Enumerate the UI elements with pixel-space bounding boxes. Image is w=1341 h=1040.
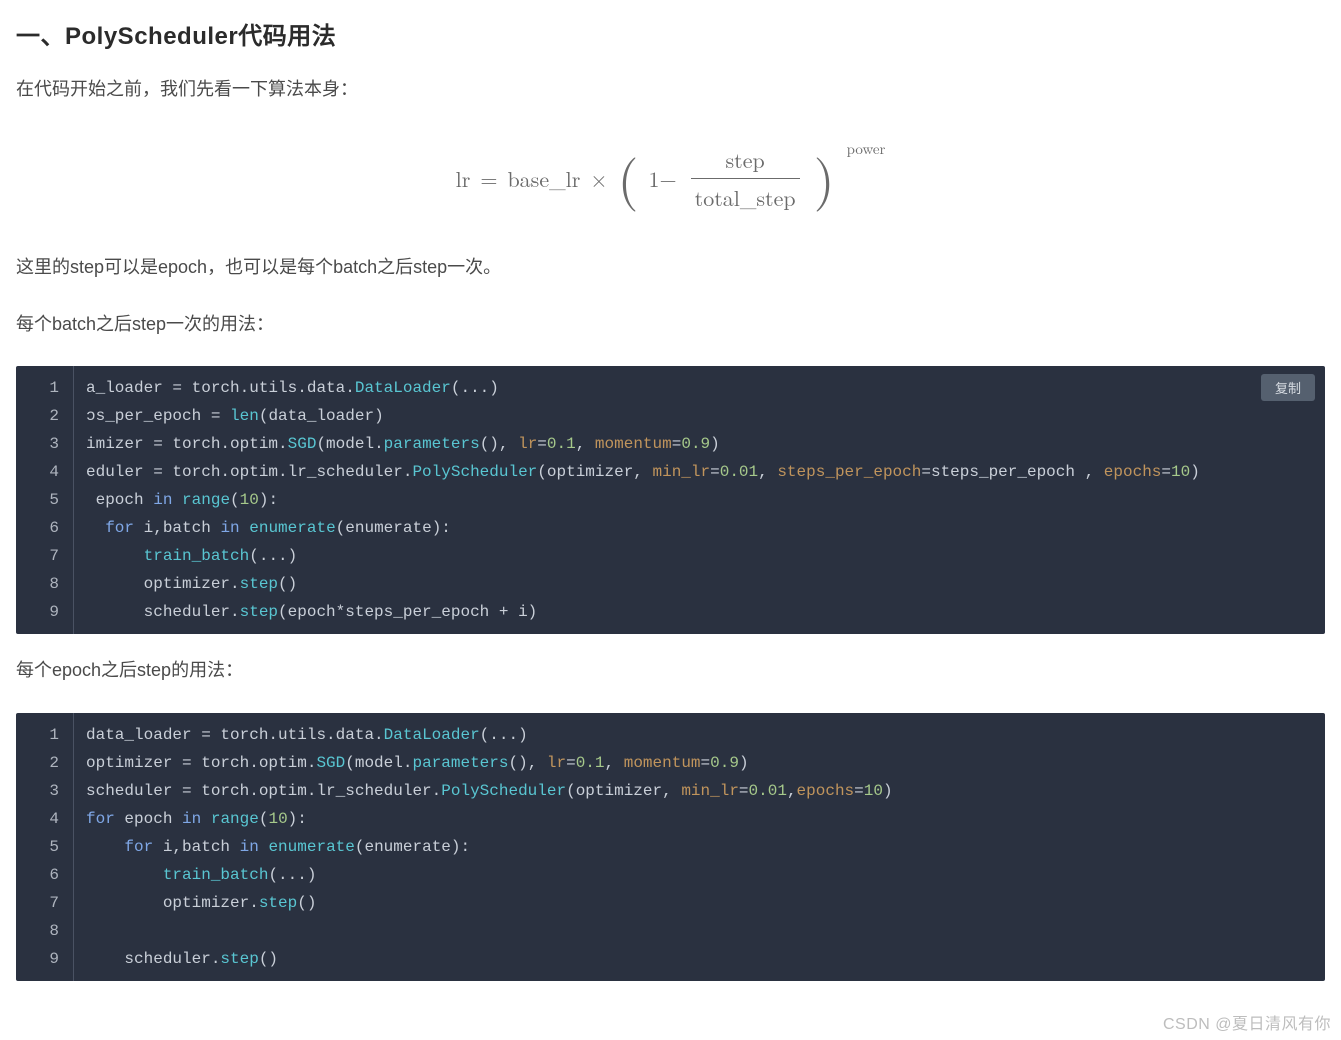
code-line: optimizer = torch.optim.SGD(model.parame… — [74, 749, 1325, 777]
code-line: for epoch in range(10): — [74, 805, 1325, 833]
usage-per-epoch-label: 每个epoch之后step的用法： — [16, 656, 1325, 685]
line-number: 8 — [16, 917, 73, 945]
line-number: 9 — [16, 945, 73, 973]
intro-para-2: 这里的step可以是epoch，也可以是每个batch之后step一次。 — [16, 253, 1325, 282]
line-number: 9 — [16, 598, 73, 626]
code-block-2: 123456789 data_loader = torch.utils.data… — [16, 713, 1325, 981]
code-line: optimizer.step() — [74, 570, 1325, 598]
line-number: 2 — [16, 749, 73, 777]
code-line: epoch in range(10): — [74, 486, 1325, 514]
formula-times: × — [590, 163, 607, 194]
formula-power: power — [847, 138, 886, 159]
line-gutter: 123456789 — [16, 713, 74, 981]
formula-baselr: base_lr — [507, 163, 580, 194]
line-gutter: 123456789 — [16, 366, 74, 634]
line-number: 1 — [16, 374, 73, 402]
formula-eq: = — [480, 163, 497, 194]
code-line: train_batch(...) — [74, 542, 1325, 570]
line-number: 5 — [16, 486, 73, 514]
copy-button[interactable]: 复制 — [1261, 374, 1315, 401]
line-number: 2 — [16, 402, 73, 430]
line-number: 7 — [16, 542, 73, 570]
code-line: scheduler = torch.optim.lr_scheduler.Pol… — [74, 777, 1325, 805]
line-number: 6 — [16, 514, 73, 542]
line-number: 4 — [16, 458, 73, 486]
code-line: for i,batch in enumerate(enumerate): — [74, 833, 1325, 861]
line-number: 5 — [16, 833, 73, 861]
code-line: ɔs_per_epoch = len(data_loader) — [74, 402, 1325, 430]
watermark: CSDN @夏日清风有你 — [1163, 1010, 1331, 1034]
line-number: 7 — [16, 889, 73, 917]
line-number: 8 — [16, 570, 73, 598]
section-title: 一、PolyScheduler代码用法 — [16, 16, 1325, 51]
code-scroll-area[interactable]: data_loader = torch.utils.data.DataLoade… — [74, 713, 1325, 981]
usage-per-batch-label: 每个batch之后step一次的用法： — [16, 310, 1325, 339]
code-line: scheduler.step() — [74, 945, 1325, 973]
formula-lhs: lr — [456, 163, 471, 194]
formula-fraction: step total_step — [691, 144, 800, 213]
frac-denominator: total_step — [691, 178, 800, 213]
line-number: 4 — [16, 805, 73, 833]
line-number: 6 — [16, 861, 73, 889]
code-scroll-area[interactable]: a_loader = torch.utils.data.DataLoader(.… — [74, 366, 1325, 634]
code-line: eduler = torch.optim.lr_scheduler.PolySc… — [74, 458, 1325, 486]
code-line: optimizer.step() — [74, 889, 1325, 917]
frac-numerator: step — [722, 144, 769, 178]
intro-para-1: 在代码开始之前，我们先看一下算法本身： — [16, 75, 1325, 104]
code-line — [74, 917, 1325, 945]
line-number: 1 — [16, 721, 73, 749]
code-line: train_batch(...) — [74, 861, 1325, 889]
line-number: 3 — [16, 430, 73, 458]
line-number: 3 — [16, 777, 73, 805]
code-line: a_loader = torch.utils.data.DataLoader(.… — [74, 374, 1325, 402]
formula-block: lr = base_lr × ( 1− step total_step ) po… — [16, 144, 1325, 213]
code-block-1: 复制 123456789 a_loader = torch.utils.data… — [16, 366, 1325, 634]
code-line: for i,batch in enumerate(enumerate): — [74, 514, 1325, 542]
code-line: scheduler.step(epoch*steps_per_epoch + i… — [74, 598, 1325, 626]
formula-one-minus: 1− — [649, 163, 677, 194]
code-line: imizer = torch.optim.SGD(model.parameter… — [74, 430, 1325, 458]
code-line: data_loader = torch.utils.data.DataLoade… — [74, 721, 1325, 749]
